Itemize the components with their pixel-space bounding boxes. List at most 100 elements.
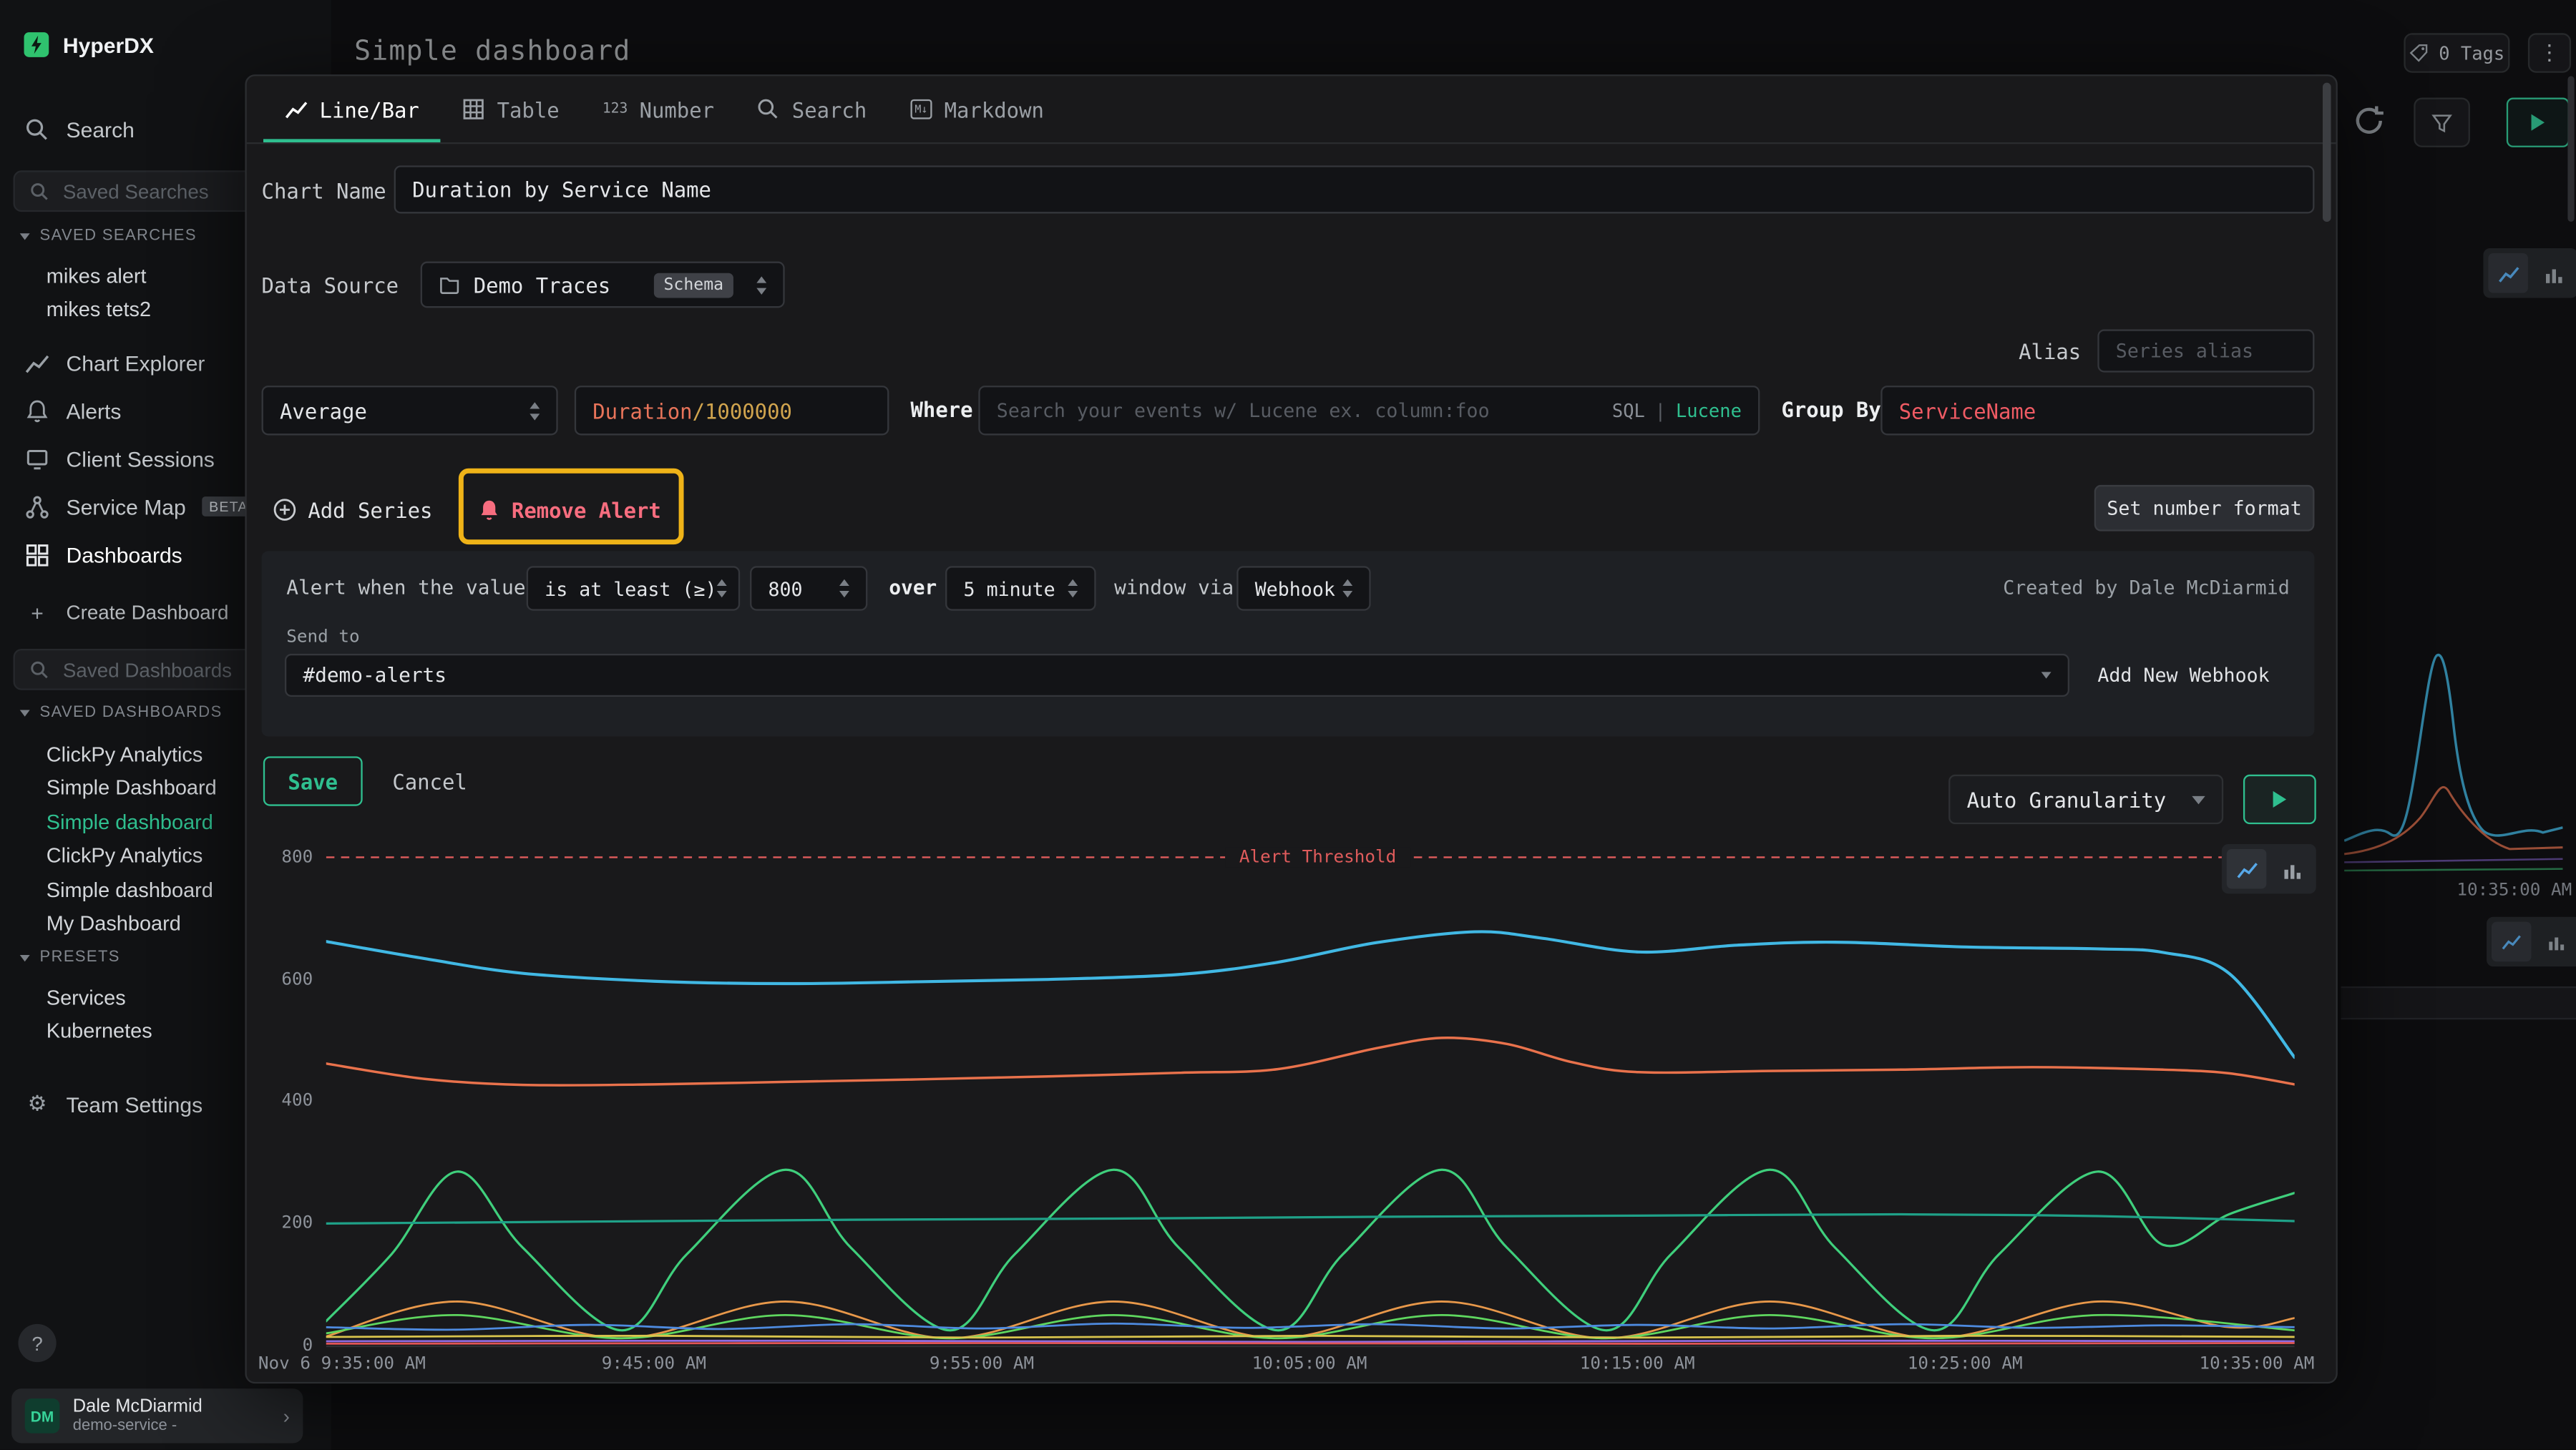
background-chart-toggle-2[interactable] <box>2487 917 2576 966</box>
x-tick-label: 10:25:00 AM <box>1865 1354 2064 1374</box>
line-chart-icon[interactable] <box>2227 849 2267 889</box>
tab-table[interactable]: Table <box>441 76 581 142</box>
number-stepper[interactable] <box>839 579 849 597</box>
background-strip <box>2341 986 2576 1019</box>
remove-alert-button[interactable]: Remove Alert <box>479 486 661 533</box>
dashboard-list-item-active[interactable]: Simple dashboard <box>47 806 213 838</box>
tab-line-bar[interactable]: Line/Bar <box>263 76 441 142</box>
filter-button[interactable] <box>2414 98 2470 147</box>
user-menu[interactable]: DM Dale McDiarmid demo-service - › <box>11 1388 303 1443</box>
select-chevrons-icon <box>1342 579 1352 597</box>
refresh-button[interactable] <box>2351 102 2394 145</box>
alert-window-select[interactable]: 5 minute <box>945 566 1096 610</box>
chevron-down-icon <box>20 954 30 961</box>
save-button[interactable]: Save <box>263 756 363 805</box>
refresh-icon <box>2351 102 2387 139</box>
sql-toggle[interactable]: SQL <box>1612 400 1645 421</box>
where-label: Where <box>910 397 972 422</box>
line-chart <box>326 838 2295 1354</box>
send-to-label: Send to <box>286 627 359 647</box>
user-name: Dale McDiarmid <box>73 1397 270 1417</box>
dashboard-list-item[interactable]: Simple dashboard <box>47 874 213 906</box>
tab-markdown[interactable]: M↓ Markdown <box>888 76 1065 142</box>
add-new-webhook-button[interactable]: Add New Webhook <box>2097 652 2269 697</box>
chevron-down-icon <box>20 232 30 239</box>
tab-search[interactable]: Search <box>736 76 888 142</box>
saved-search-item[interactable]: mikes alert <box>47 260 147 291</box>
line-chart-icon[interactable] <box>2488 253 2528 293</box>
preset-item[interactable]: Kubernetes <box>47 1014 152 1046</box>
where-input[interactable]: Search your events w/ Lucene ex. column:… <box>978 386 1760 435</box>
app-logo[interactable]: HyperDX <box>23 31 154 58</box>
editor-tabs: Line/Bar Table 123 Number Search M↓ Mark… <box>247 76 2336 144</box>
help-button[interactable]: ? <box>18 1324 56 1362</box>
page-scrollbar-thumb[interactable] <box>2567 76 2574 222</box>
monitor-icon <box>25 446 50 471</box>
cancel-button[interactable]: Cancel <box>392 758 467 805</box>
chevron-right-icon: › <box>283 1404 290 1427</box>
saved-dashboards-section[interactable]: SAVED DASHBOARDS <box>20 703 223 721</box>
background-run-button[interactable] <box>2507 98 2570 147</box>
markdown-icon: M↓ <box>909 99 932 119</box>
plus-icon: + <box>25 600 50 625</box>
set-number-format-button[interactable]: Set number format <box>2094 485 2315 531</box>
bell-icon <box>25 398 50 423</box>
bar-chart-icon[interactable] <box>2271 849 2311 889</box>
field-input[interactable]: Duration/1000000 <box>575 386 889 435</box>
y-tick-label: 0 <box>247 1336 313 1356</box>
line-chart-icon[interactable] <box>2492 922 2532 962</box>
preset-item[interactable]: Services <box>47 981 126 1013</box>
chart-editor-panel: Line/Bar Table 123 Number Search M↓ Mark… <box>245 74 2337 1383</box>
over-label: over <box>889 576 937 599</box>
dashboard-list-item[interactable]: Simple Dashboard <box>47 771 217 803</box>
search-icon <box>30 181 50 201</box>
aggregation-select[interactable]: Average <box>262 386 558 435</box>
select-chevrons-icon <box>530 401 540 419</box>
bar-chart-icon[interactable] <box>2536 922 2576 962</box>
tag-icon <box>2409 43 2429 63</box>
chart-name-input[interactable]: Duration by Service Name <box>394 165 2315 213</box>
search-icon <box>757 98 780 121</box>
x-tick-label: 10:15:00 AM <box>1538 1354 1737 1374</box>
presets-section[interactable]: PRESETS <box>20 949 120 966</box>
tab-number[interactable]: 123 Number <box>581 76 736 142</box>
group-by-label: Group By <box>1781 397 1880 422</box>
line-chart-icon <box>285 98 308 121</box>
schema-badge: Schema <box>654 273 733 298</box>
app-logo-text: HyperDX <box>63 32 154 57</box>
play-icon <box>2273 791 2287 808</box>
lucene-toggle[interactable]: Lucene <box>1676 400 1742 421</box>
kebab-menu-button[interactable]: ⋮ <box>2528 33 2571 73</box>
background-chart <box>2344 645 2562 887</box>
alert-channel-type-select[interactable]: Webhook <box>1236 566 1370 610</box>
number-123-icon: 123 <box>602 101 628 117</box>
chevron-down-icon <box>2041 672 2051 678</box>
funnel-icon <box>2430 112 2453 133</box>
y-tick-label: 800 <box>247 848 313 868</box>
group-by-input[interactable]: ServiceName <box>1880 386 2314 435</box>
dashboard-list-item[interactable]: My Dashboard <box>47 907 181 939</box>
saved-searches-section[interactable]: SAVED SEARCHES <box>20 227 197 245</box>
tags-button[interactable]: 0 Tags <box>2404 33 2509 73</box>
chart-type-toggle[interactable] <box>2222 844 2316 893</box>
granularity-select[interactable]: Auto Granularity <box>1948 775 2223 824</box>
saved-search-item[interactable]: mikes tets2 <box>47 293 151 325</box>
query-language-toggle[interactable]: SQL | Lucene <box>1612 400 1742 421</box>
alert-threshold-label: Alert Threshold <box>1225 848 1410 868</box>
dashboard-list-item[interactable]: ClickPy Analytics <box>47 839 203 871</box>
x-tick-label: 10:05:00 AM <box>1210 1354 1409 1374</box>
add-series-button[interactable]: Add Series <box>273 486 433 533</box>
dashboard-grid-icon <box>25 542 50 567</box>
alias-placeholder: Series alias <box>2116 339 2253 362</box>
dashboard-list-item[interactable]: ClickPy Analytics <box>47 738 203 770</box>
window-via-label: window via <box>1114 576 1234 599</box>
alert-threshold-input[interactable]: 800 <box>750 566 867 610</box>
data-source-select[interactable]: Demo Traces Schema <box>421 262 785 308</box>
run-chart-button[interactable] <box>2243 775 2316 824</box>
alias-input[interactable]: Series alias <box>2097 329 2314 372</box>
modal-scrollbar-thumb[interactable] <box>2323 83 2331 222</box>
send-to-select[interactable]: #demo-alerts <box>285 654 2069 697</box>
bar-chart-icon[interactable] <box>2533 253 2573 293</box>
background-chart-toggle[interactable] <box>2483 248 2576 298</box>
alert-condition-select[interactable]: is at least (≥) <box>527 566 740 610</box>
